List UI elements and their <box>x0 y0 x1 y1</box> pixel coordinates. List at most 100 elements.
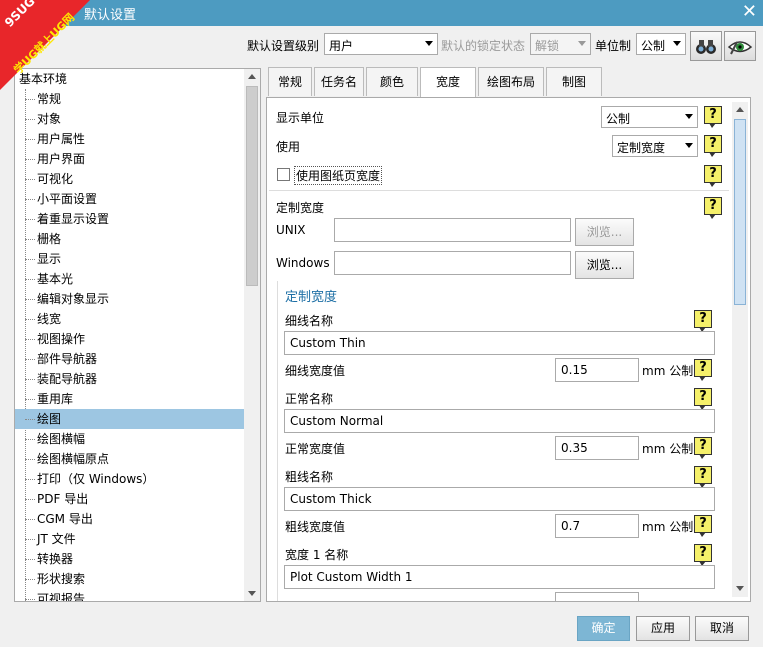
tree-item[interactable]: 着重显示设置 <box>15 209 244 229</box>
tree-item[interactable]: 编辑对象显示 <box>15 289 244 309</box>
lock-label: 默认的锁定状态 <box>441 39 526 53</box>
chevron-down-icon <box>673 41 681 46</box>
cancel-button[interactable]: 取消 <box>695 616 749 641</box>
thick-width-unit: mm 公制 <box>642 520 694 534</box>
help-icon[interactable]: ? <box>694 388 712 410</box>
windows-browse-button[interactable]: 浏览... <box>575 251 634 279</box>
use-sheet-width-label[interactable]: 使用图纸页宽度 <box>294 166 383 185</box>
lock-select-value: 解锁 <box>535 39 560 53</box>
tree-item[interactable]: 打印（仅 Windows） <box>15 469 244 489</box>
thick-width-input[interactable]: 0.7 <box>555 514 639 538</box>
windows-path-input[interactable] <box>334 251 571 275</box>
help-icon[interactable]: ? <box>694 359 712 381</box>
tree-item[interactable]: 绘图 <box>15 409 244 429</box>
thick-width-label: 粗线宽度值 <box>285 520 346 534</box>
tree-item[interactable]: 基本光 <box>15 269 244 289</box>
normal-width-input[interactable]: 0.35 <box>555 436 639 460</box>
width1-value-input[interactable] <box>555 592 639 601</box>
use-label: 使用 <box>276 140 301 154</box>
thick-name-label: 粗线名称 <box>285 470 334 484</box>
tree-item[interactable]: 可视化 <box>15 169 244 189</box>
tree-item[interactable]: 栅格 <box>15 229 244 249</box>
use-select[interactable]: 定制宽度 <box>612 135 698 157</box>
use-select-value: 定制宽度 <box>617 141 666 155</box>
unit-label: 单位制 <box>595 39 632 53</box>
apply-button[interactable]: 应用 <box>636 616 690 641</box>
thin-width-label: 细线宽度值 <box>285 364 346 378</box>
eye-icon <box>727 41 753 55</box>
tab-3[interactable]: 宽度 <box>420 67 476 98</box>
title-bar: 默认设置 ✕ <box>0 0 763 26</box>
tab-4[interactable]: 绘图布局 <box>478 67 544 96</box>
tree-item[interactable]: 绘图横幅原点 <box>15 449 244 469</box>
tree-item[interactable]: 绘图横幅 <box>15 429 244 449</box>
chevron-down-icon <box>685 143 693 148</box>
tree-item[interactable]: 用户界面 <box>15 149 244 169</box>
tree-item[interactable]: 显示 <box>15 249 244 269</box>
close-icon[interactable]: ✕ <box>742 1 757 22</box>
level-select[interactable]: 用户 <box>324 33 438 55</box>
normal-name-input[interactable]: Custom Normal <box>284 409 715 433</box>
chevron-down-icon <box>425 41 433 46</box>
display-unit-label: 显示单位 <box>276 111 325 125</box>
width1-name-label: 宽度 1 名称 <box>285 548 349 562</box>
tree-item[interactable]: PDF 导出 <box>15 489 244 509</box>
width-settings-panel: 显示单位 公制 ? 使用 定制宽度 ? 使用图纸页宽度 ? 定制宽度 ? UNI… <box>266 97 751 602</box>
scroll-up-icon[interactable] <box>736 107 744 112</box>
search-defaults-button[interactable] <box>690 31 722 61</box>
tree-scroll-thumb[interactable] <box>246 86 258 286</box>
help-icon[interactable]: ? <box>704 165 722 187</box>
scroll-down-icon[interactable] <box>248 591 256 596</box>
tree-item[interactable]: 部件导航器 <box>15 349 244 369</box>
tab-2[interactable]: 颜色 <box>366 67 418 96</box>
thin-name-input[interactable]: Custom Thin <box>284 331 715 355</box>
use-sheet-width-checkbox[interactable] <box>277 168 290 181</box>
tree-item[interactable]: 视图操作 <box>15 329 244 349</box>
tab-5[interactable]: 制图 <box>546 67 602 96</box>
help-icon[interactable]: ? <box>694 515 712 537</box>
help-icon[interactable]: ? <box>694 310 712 332</box>
view-defaults-button[interactable] <box>724 31 756 61</box>
category-tree: 基本环境 常规 对象 用户属性 用户界面 可视化 小平面设置 着重显示设置 栅格 显示 基本光 编辑… <box>14 68 261 602</box>
tree-item[interactable]: 线宽 <box>15 309 244 329</box>
unit-select-value: 公制 <box>641 39 666 53</box>
panel-scroll-thumb[interactable] <box>734 119 746 305</box>
tree-item[interactable]: 用户属性 <box>15 129 244 149</box>
unix-browse-button: 浏览... <box>575 218 634 246</box>
ok-button[interactable]: 确定 <box>577 616 630 641</box>
thick-name-input[interactable]: Custom Thick <box>284 487 715 511</box>
tree-item[interactable]: 小平面设置 <box>15 189 244 209</box>
width1-name-input[interactable]: Plot Custom Width 1 <box>284 565 715 589</box>
normal-name-label: 正常名称 <box>285 392 334 406</box>
tree-item[interactable]: JT 文件 <box>15 529 244 549</box>
tab-0[interactable]: 常规 <box>268 67 312 96</box>
unit-select[interactable]: 公制 <box>636 33 686 55</box>
scroll-down-icon[interactable] <box>736 586 744 591</box>
tree-scrollbar[interactable] <box>244 69 260 601</box>
help-icon[interactable]: ? <box>694 466 712 488</box>
chevron-down-icon <box>685 114 693 119</box>
panel-scrollbar[interactable] <box>732 102 748 597</box>
help-icon[interactable]: ? <box>704 135 722 157</box>
section-divider <box>269 190 729 191</box>
unix-path-input[interactable] <box>334 218 571 242</box>
window-title: 默认设置 <box>84 8 137 23</box>
tree-item[interactable]: 转换器 <box>15 549 244 569</box>
tree-item[interactable]: 形状搜索 <box>15 569 244 589</box>
help-icon[interactable]: ? <box>694 544 712 566</box>
tree-item[interactable]: 可视报告 <box>15 589 244 601</box>
scroll-up-icon[interactable] <box>248 74 256 79</box>
tree-item[interactable]: 对象 <box>15 109 244 129</box>
tree-item[interactable]: 常规 <box>15 89 244 109</box>
help-icon[interactable]: ? <box>694 437 712 459</box>
help-icon[interactable]: ? <box>704 106 722 128</box>
display-unit-value: 公制 <box>606 112 631 126</box>
tab-1[interactable]: 任务名 <box>314 67 364 96</box>
thin-width-input[interactable]: 0.15 <box>555 358 639 382</box>
tree-item[interactable]: CGM 导出 <box>15 509 244 529</box>
display-unit-select[interactable]: 公制 <box>601 106 698 128</box>
tree-item[interactable]: 重用库 <box>15 389 244 409</box>
group-border <box>277 281 279 601</box>
help-icon[interactable]: ? <box>704 197 722 219</box>
tree-item[interactable]: 装配导航器 <box>15 369 244 389</box>
